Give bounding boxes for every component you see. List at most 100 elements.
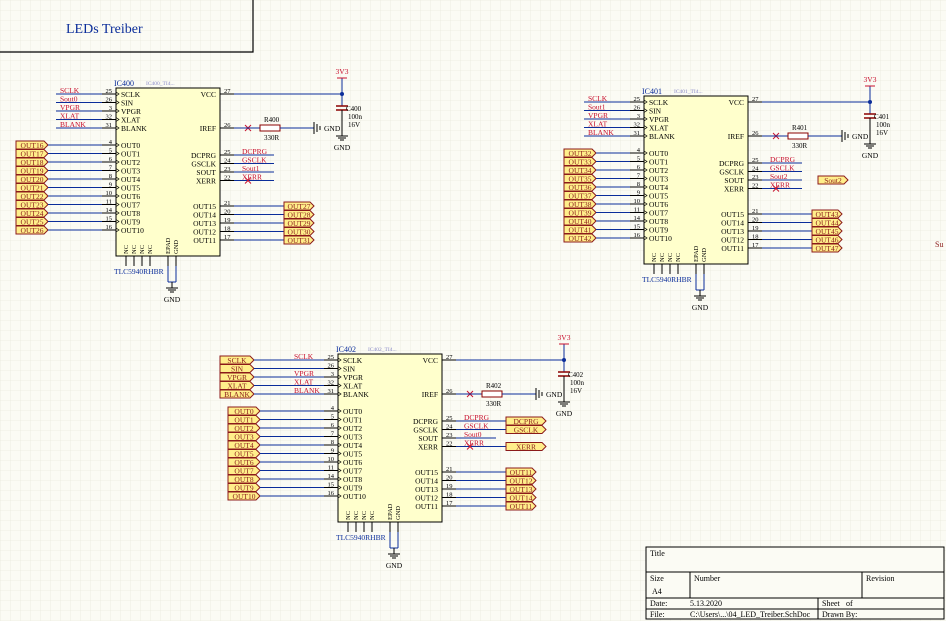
- pin-num: 19: [224, 217, 231, 224]
- pin-num: 22: [446, 441, 453, 448]
- pin-num: 11: [328, 465, 334, 472]
- pin-num: 21: [752, 208, 759, 215]
- pin-num: 22: [752, 183, 759, 190]
- net-label: XERR: [242, 173, 262, 182]
- pin-num: 26: [224, 122, 231, 129]
- pin-num: 16: [634, 232, 641, 239]
- pin-num: 10: [106, 190, 113, 197]
- pin-name: XERR: [724, 185, 744, 194]
- pin-num: 19: [752, 225, 759, 232]
- pin-num: 8: [331, 439, 334, 446]
- pin-num: 31: [106, 122, 113, 129]
- pin-num: 20: [752, 217, 759, 224]
- pin-num: 17: [446, 500, 453, 507]
- pin-num: 15: [634, 224, 641, 231]
- pin-name: NC: [667, 253, 674, 262]
- pin-num: 24: [224, 158, 231, 165]
- pin-name: NC: [139, 245, 146, 254]
- gnd-label: GND: [334, 143, 351, 152]
- cap-ref: C400: [346, 105, 362, 113]
- pin-num: 26: [328, 363, 335, 370]
- port-label: Sout2: [824, 176, 842, 185]
- sheet-title: LEDs Treiber: [66, 22, 143, 37]
- res-value: 330R: [486, 400, 502, 408]
- pin-num: 25: [634, 96, 641, 103]
- pin-name: VCC: [423, 356, 438, 365]
- pin-num: 18: [752, 234, 759, 241]
- pin-name: OUT11: [193, 236, 216, 245]
- pin-num: 26: [106, 97, 113, 104]
- ic-part: TLC5940RHBR: [114, 267, 164, 276]
- ic-param: IC401_TI4...: [674, 89, 703, 95]
- pin-num: 26: [446, 388, 453, 395]
- pin-num: 3: [637, 113, 640, 120]
- file-label: File:: [650, 610, 665, 619]
- pin-name: EPAD: [693, 245, 700, 262]
- pin-name: NC: [675, 253, 682, 262]
- port-label: OUT42: [569, 234, 592, 243]
- pin-num: 8: [109, 173, 112, 180]
- net-label: XERR: [464, 439, 484, 448]
- cap-value: 100n: [348, 113, 363, 121]
- pin-name: XERR: [418, 443, 438, 452]
- cap-voltage: 16V: [876, 129, 888, 137]
- gnd-label: GND: [324, 124, 341, 133]
- pin-num: 15: [106, 216, 113, 223]
- pin-num: 15: [328, 482, 335, 489]
- pin-num: 27: [752, 96, 759, 103]
- cap-value: 100n: [876, 121, 891, 129]
- cap-ref: C401: [874, 113, 890, 121]
- pin-num: 32: [106, 114, 113, 121]
- power-label: 3V3: [336, 67, 349, 76]
- pin-num: 16: [328, 490, 335, 497]
- resistor: [481, 390, 503, 398]
- net-label: XERR: [770, 181, 790, 190]
- cap-voltage: 16V: [348, 121, 360, 129]
- pin-num: 5: [637, 156, 640, 163]
- date-label: Date:: [650, 599, 667, 608]
- pin-name: NC: [353, 511, 360, 520]
- pin-name: OUT10: [121, 226, 144, 235]
- pin-num: 18: [224, 226, 231, 233]
- pin-name: NC: [345, 511, 352, 520]
- pin-num: 5: [331, 414, 334, 421]
- pin-num: 14: [634, 215, 641, 222]
- pin-num: 11: [106, 199, 112, 206]
- pin-name: EPAD: [387, 503, 394, 520]
- pin-num: 24: [752, 166, 759, 173]
- pin-name: NC: [651, 253, 658, 262]
- ic-param: IC402_TI4...: [368, 347, 397, 353]
- cap-voltage: 16V: [570, 387, 582, 395]
- revision-label: Revision: [866, 574, 894, 583]
- pin-name: XERR: [196, 177, 216, 186]
- pin-name: BLANK: [121, 124, 147, 133]
- power-label: 3V3: [558, 333, 571, 342]
- port-label: OUT47: [816, 244, 839, 253]
- pin-name: VCC: [201, 90, 216, 99]
- pin-name: BLANK: [343, 390, 369, 399]
- pin-name: NC: [369, 511, 376, 520]
- resistor: [787, 132, 809, 140]
- pin-num: 18: [446, 492, 453, 499]
- pin-num: 3: [331, 371, 334, 378]
- pin-num: 25: [106, 88, 113, 95]
- gnd-label: GND: [164, 295, 181, 304]
- pin-num: 19: [446, 483, 453, 490]
- date-value: 5.13.2020: [690, 599, 722, 608]
- net-label: BLANK: [588, 128, 614, 137]
- port-label: BLANK: [224, 390, 250, 399]
- pin-num: 8: [637, 181, 640, 188]
- pin-name: NC: [659, 253, 666, 262]
- pin-num: 23: [224, 166, 231, 173]
- pin-num: 32: [634, 122, 641, 129]
- stray-text: Su: [935, 240, 943, 249]
- pin-num: 5: [109, 148, 112, 155]
- port-label: OUT10: [233, 492, 256, 501]
- pin-name: IREF: [200, 124, 216, 133]
- pin-num: 25: [446, 415, 453, 422]
- gnd-label: GND: [546, 390, 563, 399]
- pin-num: 23: [446, 432, 453, 439]
- pin-num: 31: [328, 388, 335, 395]
- power-label: 3V3: [864, 75, 877, 84]
- gnd-label: GND: [692, 303, 709, 312]
